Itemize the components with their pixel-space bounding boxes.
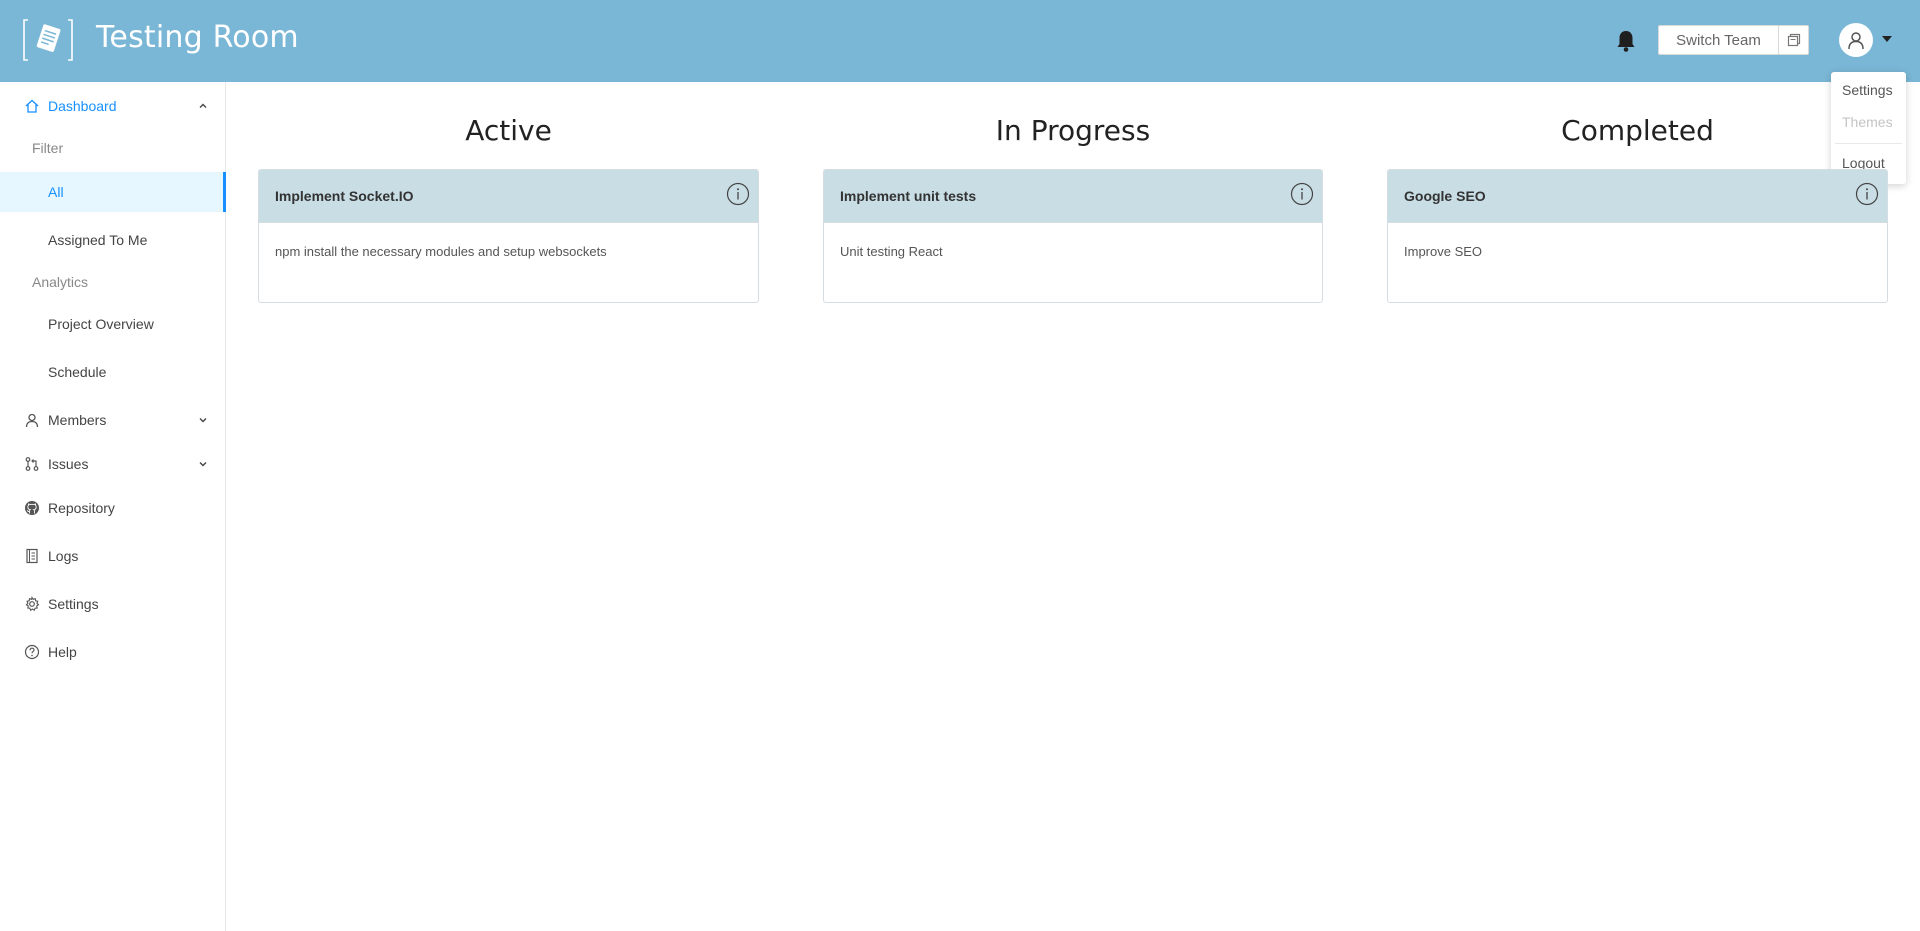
card-title: Google SEO (1404, 188, 1486, 204)
task-card[interactable]: Google SEO Improve SEO (1387, 169, 1888, 303)
group-title-analytics: Analytics (32, 274, 89, 290)
task-card[interactable]: Implement unit tests Unit testing React (823, 169, 1323, 303)
info-icon[interactable] (1290, 182, 1314, 206)
switch-team-button[interactable]: Switch Team (1658, 25, 1779, 55)
card-title: Implement Socket.IO (275, 188, 414, 204)
user-menu-settings[interactable]: Settings (1842, 82, 1893, 98)
user-avatar[interactable] (1839, 23, 1873, 57)
gear-icon (25, 596, 40, 612)
sidebar-item-settings[interactable]: Settings (0, 584, 226, 624)
sidebar-item-dashboard[interactable]: Dashboard (0, 86, 226, 126)
sidebar-item-help[interactable]: Help (0, 632, 226, 672)
user-avatar-icon (1848, 32, 1864, 50)
sidebar-item-repository[interactable]: Repository (0, 488, 226, 528)
log-icon (26, 548, 38, 564)
sidebar-item-label: Issues (48, 456, 89, 472)
card-description: Improve SEO (1404, 244, 1483, 259)
card-header: Implement unit tests (824, 170, 1322, 223)
sidebar-item-label: Repository (48, 500, 115, 516)
sidebar-item-members[interactable]: Members (0, 400, 226, 440)
sidebar-item-logs[interactable]: Logs (0, 536, 226, 576)
sidebar-item-label: Members (48, 412, 107, 428)
switch-team-icon (1787, 33, 1800, 47)
card-description: npm install the necessary modules and se… (275, 244, 607, 259)
caret-down-icon[interactable] (1882, 36, 1892, 42)
column-title-completed: Completed (1561, 114, 1714, 147)
sidebar-item-assigned-to-me[interactable]: Assigned To Me (0, 220, 226, 260)
card-title: Implement unit tests (840, 188, 977, 204)
task-card[interactable]: Implement Socket.IO npm install the nece… (258, 169, 759, 303)
sidebar-item-label: Help (48, 644, 77, 660)
chevron-down-icon (199, 418, 207, 423)
app-header: Testing Room Switch Team (0, 0, 1920, 82)
column-title-in-progress: In Progress (995, 114, 1151, 147)
chevron-down-icon (199, 462, 207, 467)
info-icon[interactable] (1855, 182, 1879, 206)
help-icon (24, 644, 40, 660)
sidebar-item-label: Dashboard (48, 98, 117, 114)
sidebar-item-label: Settings (48, 596, 99, 612)
sidebar-item-schedule[interactable]: Schedule (0, 352, 226, 392)
sidebar-item-all[interactable]: All (0, 172, 226, 212)
sidebar-item-label: All (48, 184, 64, 200)
sidebar-item-project-overview[interactable]: Project Overview (0, 304, 226, 344)
sidebar-item-issues[interactable]: Issues (0, 444, 226, 484)
chevron-up-icon (199, 103, 207, 108)
sidebar-item-label: Project Overview (48, 316, 154, 332)
switch-team-icon-button[interactable] (1778, 25, 1809, 55)
app-title: Testing Room (96, 20, 299, 55)
card-header: Google SEO (1388, 170, 1887, 223)
home-icon (25, 99, 39, 113)
user-icon (25, 413, 39, 428)
sidebar-item-label: Schedule (48, 364, 107, 380)
sidebar-item-label: Assigned To Me (48, 232, 148, 248)
pull-request-icon (25, 457, 39, 471)
group-title-filter: Filter (32, 140, 64, 156)
info-icon[interactable] (726, 182, 750, 206)
bell-icon[interactable] (1615, 29, 1637, 53)
logo-icon[interactable] (22, 18, 74, 62)
sidebar: Dashboard Filter All Assigned To Me Anal… (0, 82, 226, 931)
column-title-active: Active (465, 114, 552, 147)
card-header: Implement Socket.IO (259, 170, 758, 223)
github-icon (25, 501, 39, 515)
sidebar-item-label: Logs (48, 548, 79, 564)
card-description: Unit testing React (840, 244, 943, 259)
